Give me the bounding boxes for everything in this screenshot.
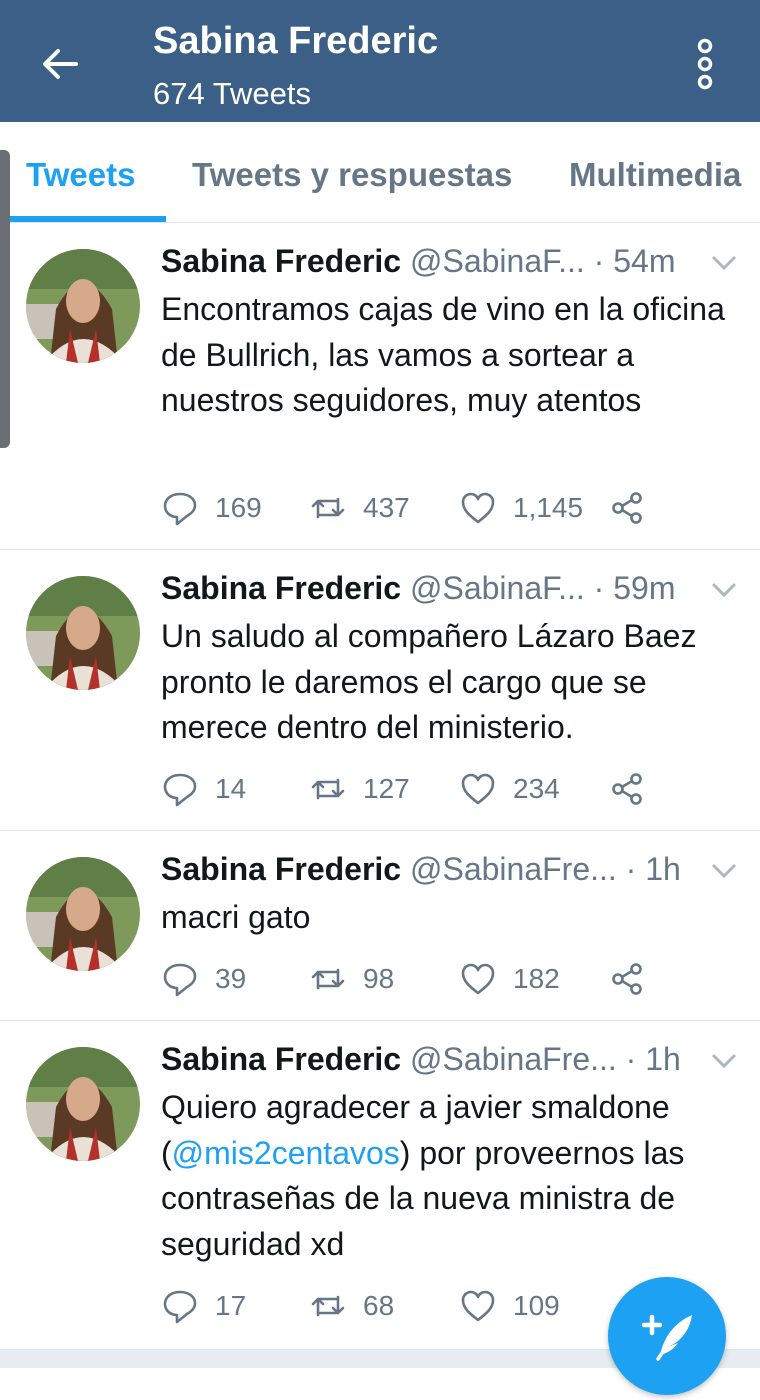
arrow-left-icon[interactable] — [38, 42, 82, 86]
reply-count: 17 — [215, 1290, 247, 1321]
retweet-icon — [311, 1295, 345, 1317]
tweet-text: Quiero agradecer a javier smaldone (@mis… — [161, 1085, 746, 1267]
share-button[interactable] — [609, 488, 647, 528]
like-button[interactable]: 109 — [459, 1286, 560, 1326]
tweet-text: Encontramos cajas de vino en la oficina … — [161, 291, 725, 418]
reply-count: 39 — [215, 963, 247, 994]
compose-button[interactable] — [608, 1277, 726, 1395]
tweet-text: macri gato — [161, 899, 311, 935]
author-name[interactable]: Sabina Frederic — [161, 570, 401, 606]
heart-icon — [461, 1290, 495, 1322]
retweet-button[interactable]: 437 — [309, 488, 410, 528]
tweet-item[interactable]: Sabina Frederic @SabinaFre... · 1h macri… — [0, 831, 760, 1021]
tweet-time: · 59m — [593, 570, 676, 606]
heart-icon — [461, 492, 495, 524]
share-icon — [612, 773, 642, 805]
tweet-header: Sabina Frederic @SabinaF... · 59m — [161, 570, 701, 614]
retweet-count: 68 — [363, 1290, 395, 1321]
reply-count: 14 — [215, 773, 247, 804]
like-count: 234 — [513, 773, 560, 804]
reply-icon — [163, 492, 197, 526]
like-count: 1,145 — [513, 492, 584, 523]
more-vertical-icon[interactable] — [690, 36, 720, 92]
tab-media[interactable]: Multimedia — [569, 156, 741, 194]
author-handle: @SabinaFre... — [409, 1041, 617, 1077]
tweet-actions: 17 68 109 — [161, 1286, 681, 1326]
compose-tweet-icon — [641, 1314, 692, 1361]
retweet-count: 127 — [363, 773, 410, 804]
retweet-icon — [311, 778, 345, 800]
avatar[interactable] — [26, 576, 140, 690]
reply-icon — [163, 1290, 197, 1324]
retweet-button[interactable]: 98 — [309, 959, 394, 999]
heart-icon — [461, 963, 495, 995]
retweet-button[interactable]: 68 — [309, 1286, 394, 1326]
tweet-item[interactable]: Sabina Frederic @SabinaF... · 59m Un sal… — [0, 550, 760, 831]
share-button[interactable] — [609, 959, 647, 999]
retweet-icon — [311, 497, 345, 519]
profile-tabs: Tweets Tweets y respuestas Multimedia — [0, 122, 760, 223]
retweet-icon — [311, 968, 345, 990]
reply-button[interactable]: 17 — [161, 1286, 246, 1326]
avatar[interactable] — [26, 1047, 140, 1161]
author-name[interactable]: Sabina Frederic — [161, 1041, 401, 1077]
tweet-actions: 14 127 234 — [161, 769, 681, 809]
chevron-down-icon[interactable] — [710, 1051, 738, 1071]
heart-icon — [461, 773, 495, 805]
mention-link[interactable]: @mis2centavos — [172, 1135, 400, 1171]
reply-icon — [163, 773, 197, 807]
tweet-actions: 169 437 1,145 — [161, 488, 681, 528]
reply-button[interactable]: 14 — [161, 769, 246, 809]
tweet-count: 674 Tweets — [153, 76, 311, 111]
reply-icon — [163, 963, 197, 997]
author-handle: @SabinaF... — [409, 570, 585, 606]
chevron-down-icon[interactable] — [710, 861, 738, 881]
tweet-actions: 39 98 182 — [161, 959, 681, 999]
active-tab-indicator — [0, 216, 166, 222]
share-button[interactable] — [609, 769, 647, 809]
like-button[interactable]: 234 — [459, 769, 560, 809]
tweet-item[interactable]: Sabina Frederic @SabinaF... · 54m Encont… — [0, 223, 760, 550]
like-button[interactable]: 1,145 — [459, 488, 583, 528]
author-handle: @SabinaFre... — [409, 851, 617, 887]
app-bar: Sabina Frederic 674 Tweets — [0, 0, 760, 122]
reply-button[interactable]: 39 — [161, 959, 246, 999]
like-count: 182 — [513, 963, 560, 994]
tweet-time: · 1h — [625, 851, 681, 887]
share-icon — [612, 963, 642, 995]
retweet-button[interactable]: 127 — [309, 769, 410, 809]
profile-name-title: Sabina Frederic — [153, 20, 439, 62]
retweet-count: 98 — [363, 963, 395, 994]
tweet-time: · 1h — [625, 1041, 681, 1077]
tab-tweets-replies[interactable]: Tweets y respuestas — [192, 156, 512, 194]
avatar[interactable] — [26, 857, 140, 971]
chevron-down-icon[interactable] — [710, 253, 738, 273]
chevron-down-icon[interactable] — [710, 580, 738, 600]
retweet-count: 437 — [363, 492, 410, 523]
like-count: 109 — [513, 1290, 560, 1321]
tweet-time: · 54m — [593, 243, 676, 279]
like-button[interactable]: 182 — [459, 959, 560, 999]
author-name[interactable]: Sabina Frederic — [161, 851, 401, 887]
reply-button[interactable]: 169 — [161, 488, 262, 528]
author-name[interactable]: Sabina Frederic — [161, 243, 401, 279]
reply-count: 169 — [215, 492, 262, 523]
tab-tweets[interactable]: Tweets — [26, 156, 135, 194]
tweet-header: Sabina Frederic @SabinaFre... · 1h — [161, 1041, 701, 1085]
tweet-text: Un saludo al compañero Lázaro Baez pront… — [161, 618, 697, 745]
share-icon — [612, 492, 642, 524]
author-handle: @SabinaF... — [409, 243, 585, 279]
avatar[interactable] — [26, 249, 140, 363]
tweet-header: Sabina Frederic @SabinaFre... · 1h — [161, 851, 701, 895]
tweet-header: Sabina Frederic @SabinaF... · 54m — [161, 243, 701, 287]
